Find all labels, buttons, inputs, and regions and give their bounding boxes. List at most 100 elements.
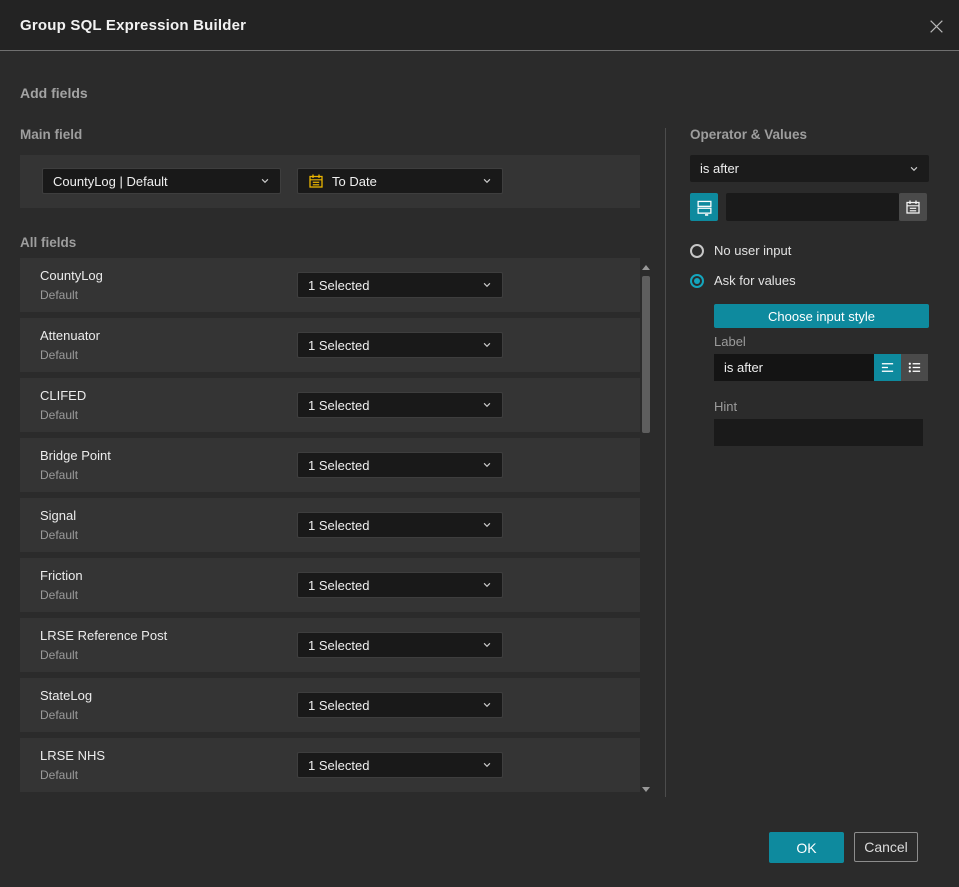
- group-sql-expression-builder-dialog: Group SQL Expression Builder Add fields …: [0, 0, 959, 887]
- field-subtitle: Default: [40, 708, 79, 722]
- field-row: Signal Default 1 Selected: [20, 498, 640, 552]
- field-selected-value: 1 Selected: [308, 757, 370, 773]
- field-row: CountyLog Default 1 Selected: [20, 258, 640, 312]
- calendar-icon: [309, 174, 323, 188]
- value-calendar-button[interactable]: [899, 193, 927, 221]
- field-selected-dropdown[interactable]: 1 Selected: [297, 632, 503, 658]
- add-fields-heading: Add fields: [20, 85, 88, 101]
- field-row: Attenuator Default 1 Selected: [20, 318, 640, 372]
- operator-dropdown-value: is after: [700, 161, 740, 176]
- main-field-heading: Main field: [20, 127, 83, 142]
- main-field-panel: CountyLog | Default To Date: [20, 155, 640, 208]
- field-subtitle: Default: [40, 348, 79, 362]
- chevron-down-icon: [483, 282, 491, 288]
- field-name: Friction: [40, 568, 83, 583]
- value-input[interactable]: [726, 193, 899, 221]
- scrollbar-up-arrow-icon[interactable]: [642, 265, 650, 270]
- hint-input[interactable]: [714, 419, 923, 446]
- chevron-down-icon: [483, 642, 491, 648]
- field-row: CLIFED Default 1 Selected: [20, 378, 640, 432]
- field-name: CountyLog: [40, 268, 103, 283]
- field-subtitle: Default: [40, 528, 79, 542]
- field-row: LRSE NHS Default 1 Selected: [20, 738, 640, 792]
- hint-heading: Hint: [714, 399, 738, 414]
- radio-ask-for-values[interactable]: Ask for values: [690, 273, 796, 288]
- main-field-dropdown-value: CountyLog | Default: [53, 173, 168, 189]
- cancel-button[interactable]: Cancel: [854, 832, 918, 862]
- field-selected-value: 1 Selected: [308, 457, 370, 473]
- field-name: Bridge Point: [40, 448, 111, 463]
- chevron-down-icon: [910, 166, 918, 171]
- scrollbar-down-arrow-icon[interactable]: [642, 787, 650, 792]
- dialog-title: Group SQL Expression Builder: [20, 16, 247, 34]
- chevron-down-icon: [483, 342, 491, 348]
- scrollbar-thumb[interactable]: [642, 276, 650, 433]
- chevron-down-icon: [261, 178, 269, 184]
- field-subtitle: Default: [40, 468, 79, 482]
- field-subtitle: Default: [40, 768, 79, 782]
- label-style-single-button[interactable]: [874, 354, 901, 381]
- all-fields-heading: All fields: [20, 235, 77, 250]
- field-row: StateLog Default 1 Selected: [20, 678, 640, 732]
- label-input[interactable]: [714, 354, 874, 381]
- chevron-down-icon: [483, 178, 491, 184]
- list-scrollbar[interactable]: [641, 262, 651, 795]
- main-field-dropdown[interactable]: CountyLog | Default: [42, 168, 281, 194]
- list-icon: [908, 362, 921, 373]
- dialog-header: Group SQL Expression Builder: [0, 0, 959, 51]
- field-selected-value: 1 Selected: [308, 637, 370, 653]
- field-name: Signal: [40, 508, 77, 523]
- field-selected-dropdown[interactable]: 1 Selected: [297, 692, 503, 718]
- field-selected-value: 1 Selected: [308, 397, 370, 413]
- align-left-icon: [881, 363, 894, 372]
- chevron-down-icon: [483, 762, 491, 768]
- field-selected-dropdown[interactable]: 1 Selected: [297, 452, 503, 478]
- panel-divider: [665, 128, 666, 797]
- field-row: Bridge Point Default 1 Selected: [20, 438, 640, 492]
- field-name: LRSE Reference Post: [40, 628, 168, 643]
- radio-label: Ask for values: [714, 273, 796, 288]
- radio-circle[interactable]: [690, 243, 704, 258]
- field-subtitle: Default: [40, 588, 79, 602]
- field-row: LRSE Reference Post Default 1 Selected: [20, 618, 640, 672]
- radio-label: No user input: [714, 243, 792, 258]
- close-icon: [929, 19, 943, 33]
- value-source-icon: [696, 200, 712, 216]
- field-name: Attenuator: [40, 328, 100, 343]
- field-subtitle: Default: [40, 408, 79, 422]
- ok-button[interactable]: OK: [769, 832, 844, 863]
- field-selected-value: 1 Selected: [308, 337, 370, 353]
- field-selected-dropdown[interactable]: 1 Selected: [297, 572, 503, 598]
- field-name: StateLog: [40, 688, 93, 703]
- field-subtitle: Default: [40, 288, 79, 302]
- chevron-down-icon: [483, 582, 491, 588]
- chevron-down-icon: [483, 702, 491, 708]
- main-field-date-value: To Date: [332, 173, 377, 189]
- field-selected-value: 1 Selected: [308, 697, 370, 713]
- field-name: CLIFED: [40, 388, 87, 403]
- calendar-icon: [906, 200, 920, 214]
- field-selected-dropdown[interactable]: 1 Selected: [297, 752, 503, 778]
- field-selected-dropdown[interactable]: 1 Selected: [297, 392, 503, 418]
- radio-no-user-input[interactable]: No user input: [690, 243, 791, 258]
- field-selected-dropdown[interactable]: 1 Selected: [297, 272, 503, 298]
- main-field-date-dropdown[interactable]: To Date: [297, 168, 503, 194]
- field-selected-value: 1 Selected: [308, 577, 370, 593]
- chevron-down-icon: [483, 522, 491, 528]
- all-fields-list: CountyLog Default 1 Selected Attenuator …: [20, 258, 640, 798]
- choose-input-style-button[interactable]: Choose input style: [714, 304, 929, 328]
- label-heading: Label: [714, 334, 746, 349]
- operator-values-heading: Operator & Values: [690, 127, 808, 142]
- operator-dropdown[interactable]: is after: [690, 155, 929, 182]
- field-selected-value: 1 Selected: [308, 517, 370, 533]
- field-name: LRSE NHS: [40, 748, 106, 763]
- field-subtitle: Default: [40, 648, 79, 662]
- field-selected-dropdown[interactable]: 1 Selected: [297, 512, 503, 538]
- radio-circle[interactable]: [690, 273, 704, 288]
- chevron-down-icon: [483, 402, 491, 408]
- label-style-list-button[interactable]: [901, 354, 928, 381]
- field-row: Friction Default 1 Selected: [20, 558, 640, 612]
- value-source-button[interactable]: [690, 193, 718, 221]
- close-button[interactable]: [926, 16, 946, 36]
- field-selected-dropdown[interactable]: 1 Selected: [297, 332, 503, 358]
